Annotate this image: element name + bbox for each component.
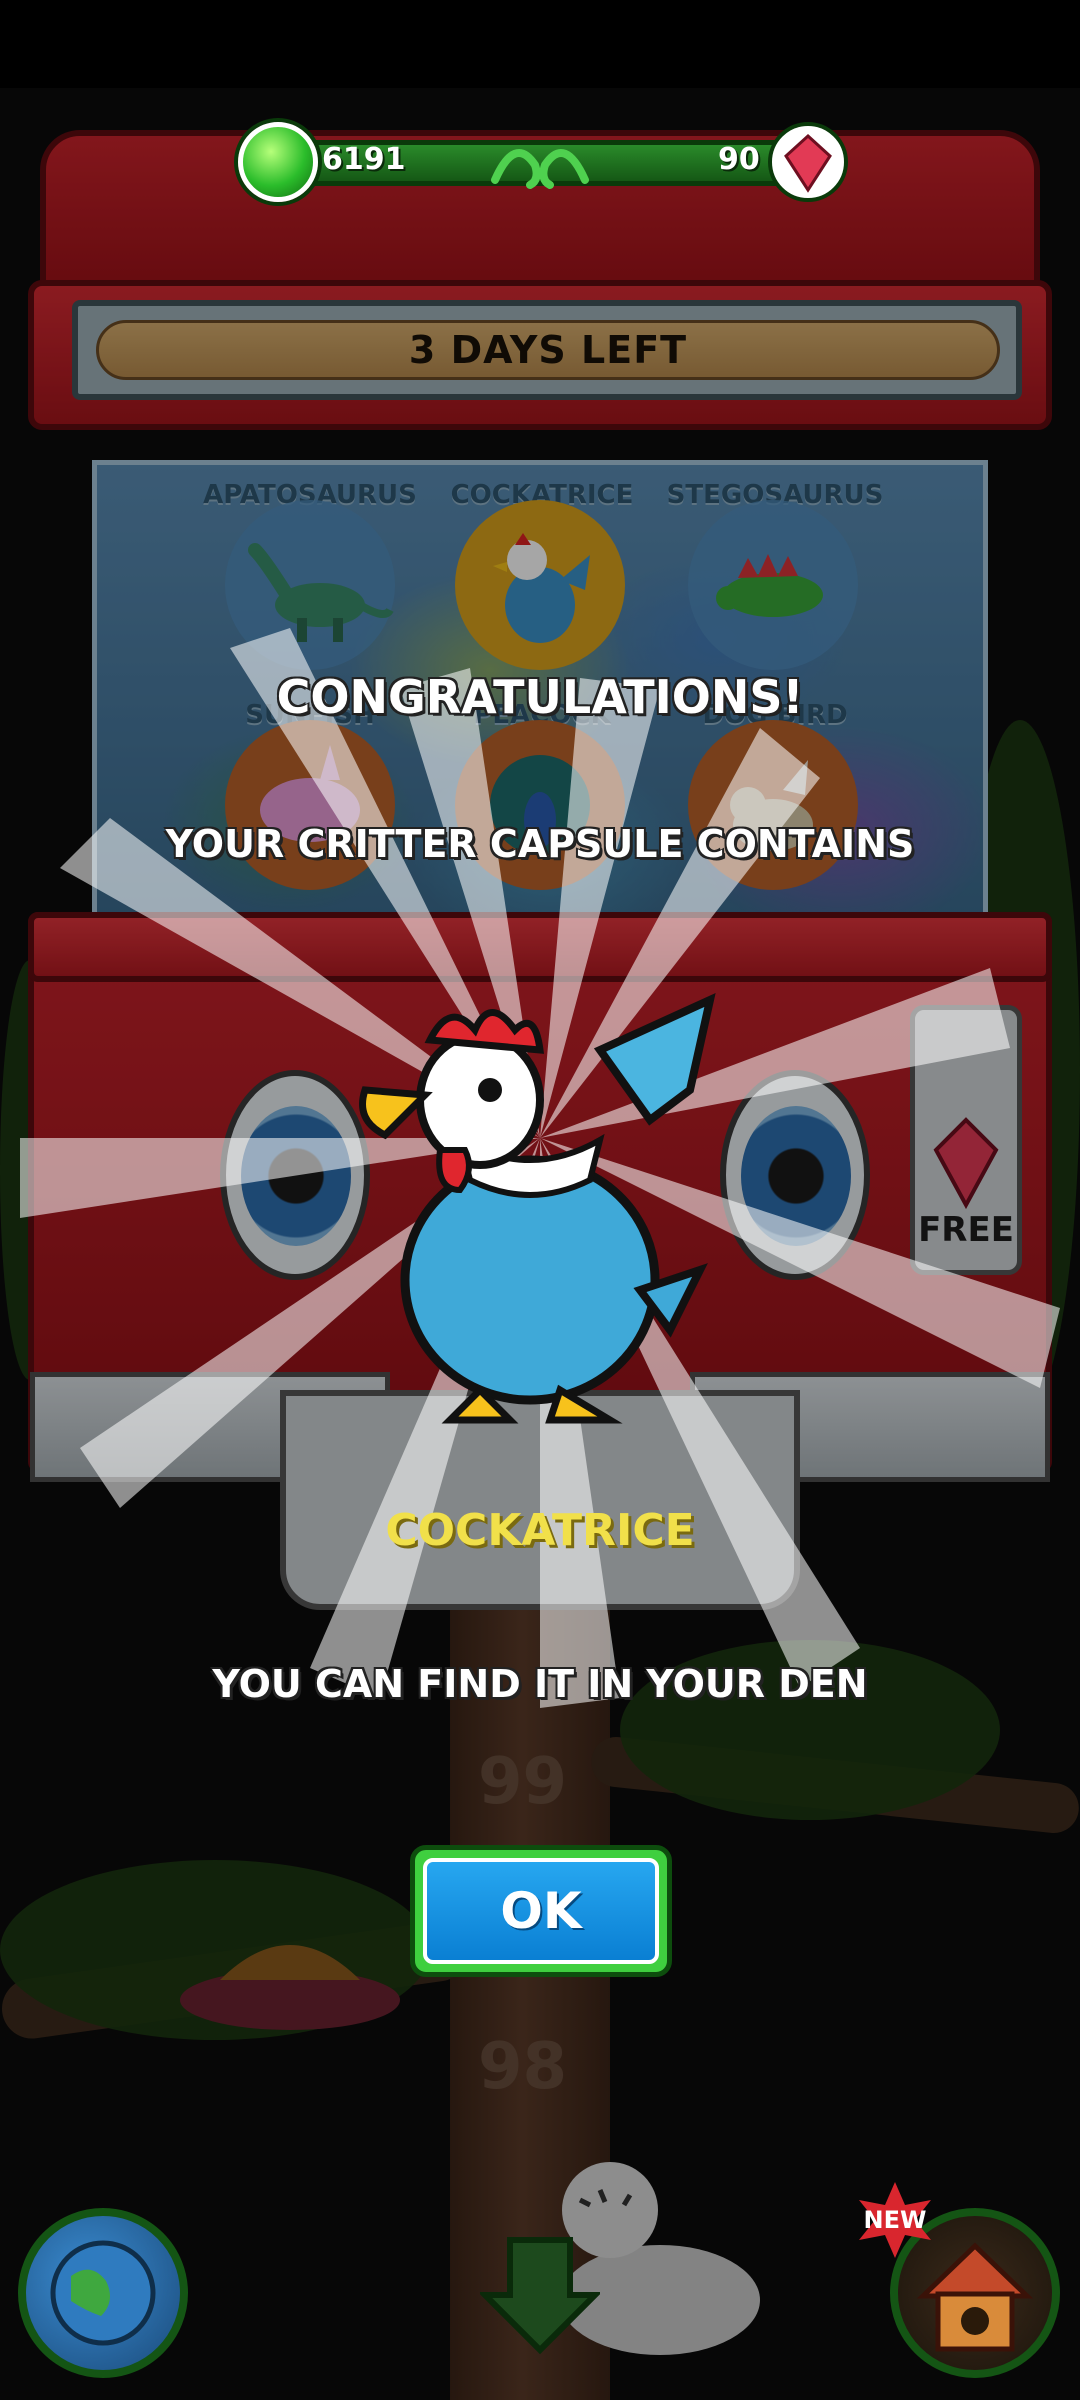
- arrow-down-icon: [477, 2237, 603, 2355]
- red-gem-icon: [768, 122, 848, 202]
- status-bar: [0, 0, 1080, 88]
- red-gem-count: 90: [718, 142, 760, 177]
- new-badge: NEW: [855, 2180, 935, 2260]
- new-badge-label: NEW: [863, 2206, 927, 2234]
- den-info-text: YOU CAN FIND IT IN YOUR DEN: [212, 1662, 868, 1706]
- cockatrice-icon: [359, 993, 716, 1424]
- congratulations-title: CONGRATULATIONS!: [276, 670, 804, 724]
- critter-name: COCKATRICE: [385, 1505, 695, 1556]
- globe-icon: [50, 2240, 156, 2346]
- capsule-subtitle: YOUR CRITTER CAPSULE CONTAINS: [165, 822, 915, 866]
- green-gem-icon: [238, 122, 318, 202]
- ok-button-label: OK: [423, 1858, 659, 1964]
- scroll-down-button[interactable]: [477, 2230, 603, 2360]
- ok-button[interactable]: OK: [410, 1845, 672, 1977]
- vine-ornament-icon: [491, 149, 589, 189]
- globe-button[interactable]: [18, 2208, 188, 2378]
- green-gem-count: 6191: [322, 142, 406, 177]
